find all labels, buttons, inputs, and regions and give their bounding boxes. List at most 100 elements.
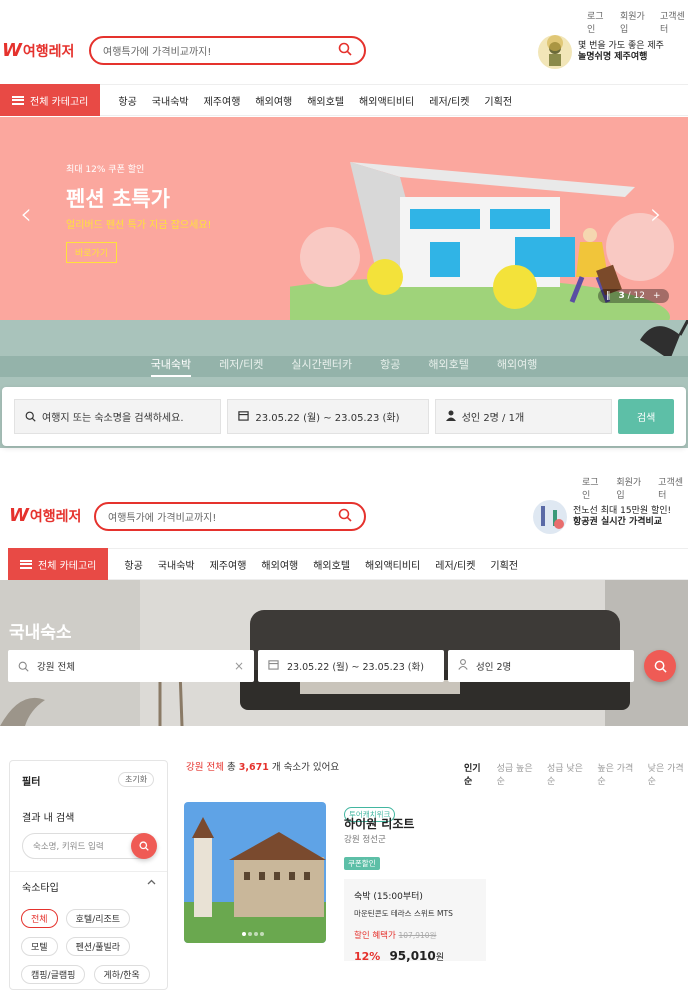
guest-field[interactable]: 성인 2명 / 1개 [434,399,613,434]
destination-field[interactable]: 여행지 또는 숙소명을 검색하세요. [14,399,222,434]
tab-overseas-travel[interactable]: 해외여행 [497,356,537,377]
menu-icon [20,559,32,569]
guest-field-2[interactable]: 성인 2명 [448,650,634,682]
promo-banner[interactable]: 몇 번을 가도 좋은 제주 놀명쉬명 제주여행 [538,35,664,69]
tab-rentcar[interactable]: 실시간렌터카 [291,356,352,377]
nav-item[interactable]: 국내숙박 [152,93,189,108]
tab-overseas-hotel[interactable]: 해외호텔 [428,356,468,377]
nav-item[interactable]: 제주여행 [204,93,241,108]
search-icon[interactable] [338,42,352,59]
signup-link[interactable]: 회원가입 [616,475,646,501]
tab-leisure[interactable]: 레저/티켓 [219,356,263,377]
search-button-2[interactable] [644,650,676,682]
type-chip-motel[interactable]: 모텔 [21,937,58,956]
type-chip-guesthouse[interactable]: 게하/한옥 [93,965,150,984]
nav-item[interactable]: 해외호텔 [307,93,344,108]
hero-go-button[interactable]: 바로가기 [66,242,118,263]
promo-image [533,500,567,534]
calendar-icon [268,659,279,673]
signup-link[interactable]: 회원가입 [620,9,648,35]
sort-popular[interactable]: 인기순 [464,761,487,787]
nav-item[interactable]: 해외여행 [255,93,292,108]
slide-pager[interactable]: ‖ 3 / 12 + [598,289,669,303]
next-slide-icon[interactable]: › [650,197,662,232]
coupon-badge: 쿠폰할인 [344,851,380,870]
date-field-2[interactable]: 23.05.22 (월) ~ 23.05.23 (화) [258,650,444,682]
support-link[interactable]: 고객센터 [658,475,688,501]
search-input-2[interactable]: 여행특가에 가격비교까지! [94,502,366,531]
keyword-placeholder: 숙소명, 키워드 입력 [33,842,104,852]
result-region: 강원 전체 [186,762,224,773]
type-chip-pension[interactable]: 펜션/풀빌라 [65,937,131,956]
date-field[interactable]: 23.05.22 (월) ~ 23.05.23 (화) [227,399,429,434]
person-icon [458,659,468,673]
type-chip-hotel[interactable]: 호텔/리조트 [65,909,131,928]
hero-banner[interactable]: 최대 12% 쿠폰 할인 펜션 초특가 얼리버드 펜션 특가 지금 잡으세요! … [0,117,688,320]
result-total-label: 총 [227,762,236,773]
logo-name: 여행레저 [29,508,82,525]
nav-item[interactable]: 기획전 [484,93,512,108]
nav-item[interactable]: 해외여행 [261,557,298,572]
result-summary: 강원 전체 총 3,671 개 숙소가 있어요 [186,759,339,773]
type-chip-all[interactable]: 전체 [21,909,58,928]
reset-button[interactable]: 초기화 [118,772,155,787]
sort-price-low[interactable]: 낮은 가격순 [648,761,688,787]
chevron-up-icon[interactable] [147,878,156,890]
price-box[interactable]: 숙박 (15:00부터) 마운틴콘도 테라스 스위트 MTS 할인 혜택가 10… [344,879,486,963]
nav-item[interactable]: 레저/티켓 [435,557,475,572]
logo[interactable]: W 여행레저 [2,40,74,61]
sort-star-low[interactable]: 성급 낮은순 [547,761,587,787]
in-result-search-label: 결과 내 검색 [22,813,75,824]
search-placeholder: 여행특가에 가격비교까지! [103,47,212,58]
tab-flight[interactable]: 항공 [380,356,400,377]
calendar-icon [238,410,250,424]
listing-location: 강원 정선군 [344,835,386,845]
nav-item[interactable]: 항공 [118,93,136,108]
search-icon [18,661,29,672]
support-link[interactable]: 고객센터 [660,9,688,35]
sale-price: 95,010 [389,949,436,963]
guests-value: 성인 2명 [476,662,512,673]
domestic-title: 국내숙소 [9,623,72,643]
listing-photo[interactable] [184,802,326,943]
region-field[interactable]: 강원 전체 × [8,650,254,682]
dates-value: 23.05.22 (월) ~ 23.05.23 (화) [255,413,400,424]
sort-star-high[interactable]: 성급 높은순 [497,761,537,787]
nav-item[interactable]: 레저/티켓 [429,93,469,108]
region-value: 강원 전체 [37,662,75,673]
all-category-button[interactable]: 전체 카테고리 [8,548,109,580]
tab-domestic[interactable]: 국내숙박 [150,356,192,377]
promo-banner-2[interactable]: 전노선 최대 15만원 할인! 항공권 실시간 가격비교 [533,500,671,534]
sort-options: 인기순 성급 높은순 성급 낮은순 높은 가격순 낮은 가격순 [464,761,688,787]
search-button[interactable]: 검색 [618,399,674,434]
login-link[interactable]: 로그인 [582,475,604,501]
main-nav-2: 전체 카테고리 항공 국내숙박 제주여행 해외여행 해외호텔 해외액티비티 레저… [8,548,688,580]
search-icon [25,411,36,422]
logo-2[interactable]: W 여행레저 [9,505,81,526]
plus-icon[interactable]: + [653,291,661,301]
nav-item[interactable]: 국내숙박 [158,557,195,572]
nav-item[interactable]: 해외액티비티 [365,557,420,572]
nav-item[interactable]: 해외호텔 [313,557,350,572]
listing-name[interactable]: 하이원 리조트 [344,815,414,832]
all-category-button[interactable]: 전체 카테고리 [0,84,101,116]
pause-icon[interactable]: ‖ [606,291,611,301]
nav-item[interactable]: 해외액티비티 [359,93,414,108]
search-input[interactable]: 여행특가에 가격비교까지! [89,36,366,65]
nav-item[interactable]: 항공 [124,557,142,572]
logo-mark: W [9,505,29,526]
benefit-label: 할인 혜택가 [354,931,396,941]
type-chip-camping[interactable]: 캠핑/글램핑 [21,965,86,984]
promo-line2: 놀명쉬명 제주여행 [578,52,648,62]
destination-placeholder: 여행지 또는 숙소명을 검색하세요. [42,413,184,424]
search-icon[interactable] [338,508,352,525]
nav-items: 항공 국내숙박 제주여행 해외여행 해외호텔 해외액티비티 레저/티켓 기획전 [118,93,512,108]
nav-item[interactable]: 기획전 [490,557,518,572]
login-link[interactable]: 로그인 [587,9,608,35]
keyword-search-button[interactable] [131,833,157,859]
clear-icon[interactable]: × [234,659,244,673]
hero-subtitle: 얼리버드 펜션 특가 지금 잡으세요! [66,220,212,231]
nav-item[interactable]: 제주여행 [210,557,247,572]
prev-slide-icon[interactable]: ‹ [20,197,32,232]
sort-price-high[interactable]: 높은 가격순 [597,761,637,787]
